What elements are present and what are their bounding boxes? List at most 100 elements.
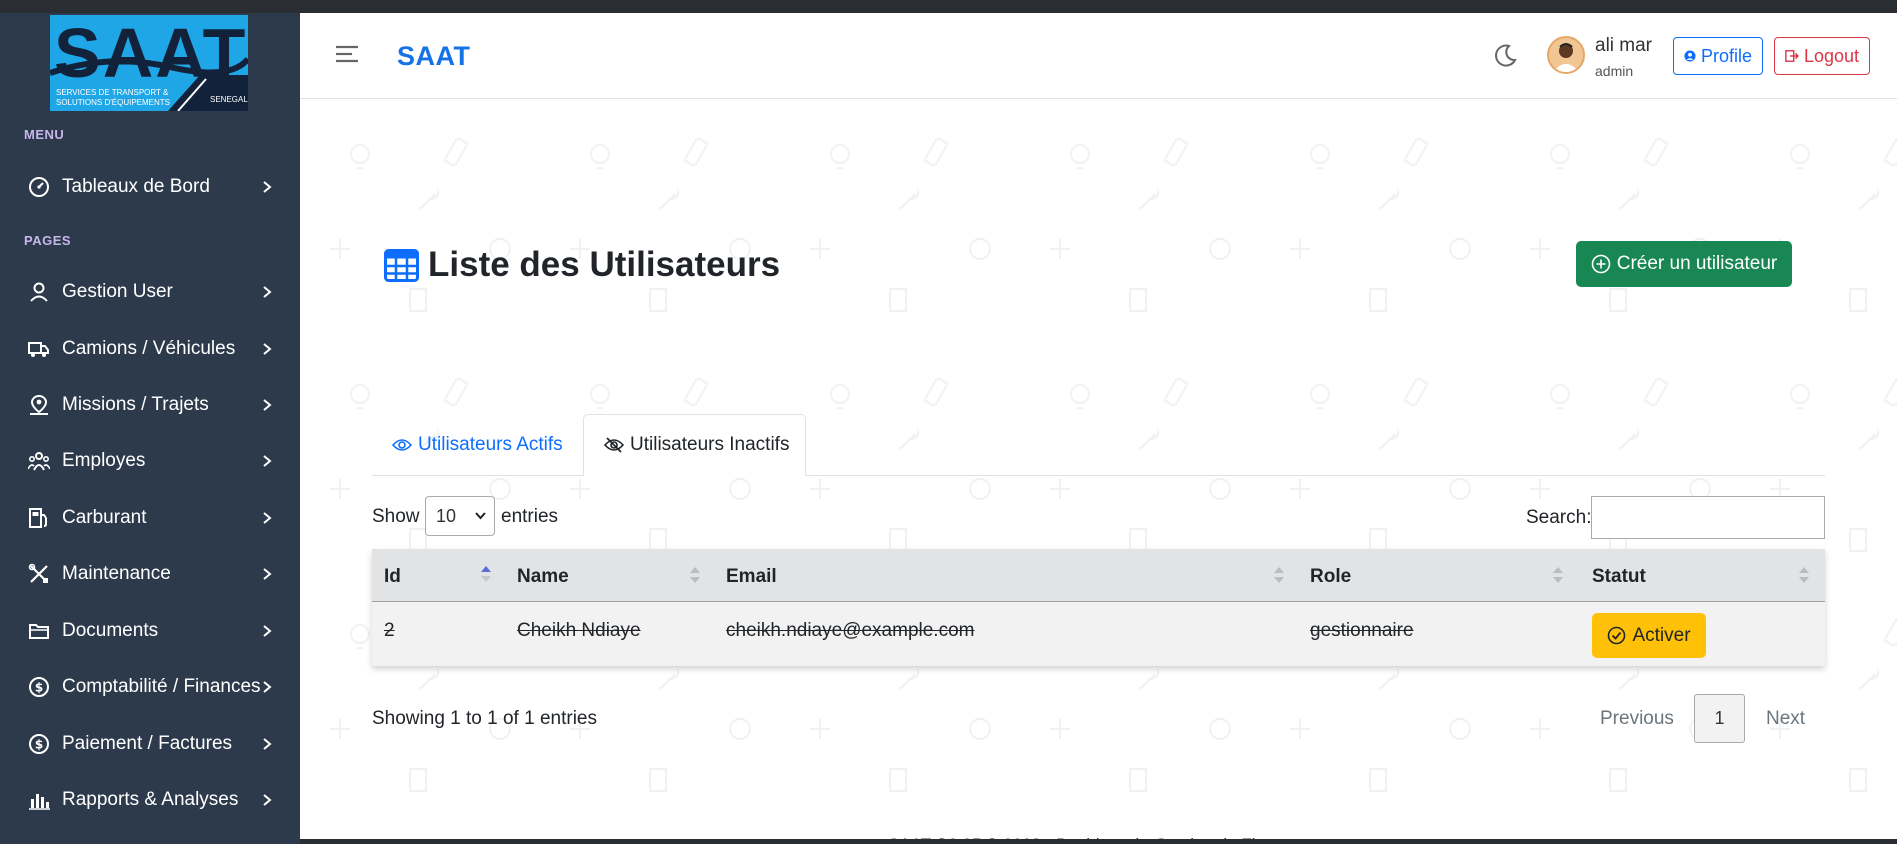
- sidebar-item-employes[interactable]: Employes: [0, 438, 300, 484]
- saat-logo[interactable]: SAAT SERVICES DE TRANSPORT & SOLUTIONS D…: [49, 14, 251, 112]
- search-label: Search:: [1526, 507, 1592, 528]
- sidebar-item-tableaux-de-bord[interactable]: Tableaux de Bord: [0, 164, 300, 210]
- sidebar-item-label: Rapports & Analyses: [62, 789, 239, 810]
- chevron-right-icon: [263, 455, 272, 467]
- entries-label: entries: [501, 506, 559, 527]
- sidebar-item-label: Maintenance: [62, 563, 171, 584]
- hamburger-menu-icon[interactable]: [334, 43, 360, 65]
- dark-mode-toggle-icon[interactable]: [1492, 43, 1518, 69]
- tools-icon: [28, 563, 48, 583]
- users-table: Id Name Email Role Statut 2 Cheikh Ndiay…: [372, 549, 1825, 666]
- column-header-email[interactable]: Email: [726, 566, 777, 588]
- sidebar-item-label: Gestion User: [62, 281, 173, 302]
- sidebar-item-paiement-factures[interactable]: $ Paiement / Factures: [0, 721, 300, 767]
- sidebar-item-label: Tableaux de Bord: [62, 176, 210, 197]
- main-content: SAAT ali mar admin Profile Logout Liste …: [300, 13, 1897, 844]
- sort-icon[interactable]: [1552, 564, 1564, 586]
- plus-circle-icon: [1591, 254, 1611, 274]
- sidebar-item-rapports-analyses[interactable]: Rapports & Analyses: [0, 777, 300, 823]
- chevron-right-icon: [263, 625, 272, 637]
- pagination-previous[interactable]: Previous: [1600, 708, 1674, 730]
- column-header-statut[interactable]: Statut: [1592, 566, 1646, 588]
- svg-text:SOLUTIONS D'ÉQUIPEMENTS: SOLUTIONS D'ÉQUIPEMENTS: [56, 98, 170, 107]
- user-name: ali mar: [1595, 35, 1653, 56]
- sidebar-item-comptabilite-finances[interactable]: $ Comptabilité / Finances: [0, 664, 300, 710]
- chevron-right-icon: [263, 568, 272, 580]
- svg-text:SENEGAL: SENEGAL: [210, 95, 248, 104]
- page-title-text: Liste des Utilisateurs: [428, 245, 781, 284]
- cell-email: cheikh.ndiaye@example.com: [726, 620, 975, 641]
- logout-button[interactable]: Logout: [1774, 37, 1870, 75]
- user-circle-icon: [1684, 50, 1696, 62]
- pages-section-label: PAGES: [24, 233, 72, 248]
- sidebar-item-documents[interactable]: Documents: [0, 608, 300, 654]
- column-header-role[interactable]: Role: [1310, 566, 1351, 588]
- sidebar-item-camions-vehicules[interactable]: Camions / Véhicules: [0, 326, 300, 372]
- chevron-right-icon: [263, 343, 272, 355]
- sidebar-item-gestion-user[interactable]: Gestion User: [0, 269, 300, 315]
- tab-label: Utilisateurs Inactifs: [630, 434, 790, 455]
- table-icon: [384, 248, 419, 282]
- dashboard-gauge-icon: [29, 177, 49, 197]
- sidebar-item-label: Missions / Trajets: [62, 394, 209, 415]
- sidebar-item-maintenance[interactable]: Maintenance: [0, 551, 300, 597]
- sort-icon[interactable]: [689, 564, 701, 586]
- header-brand[interactable]: SAAT: [397, 41, 471, 72]
- tab-utilisateurs-actifs[interactable]: Utilisateurs Actifs: [372, 414, 582, 476]
- profile-button[interactable]: Profile: [1673, 37, 1763, 75]
- avatar[interactable]: [1547, 36, 1585, 74]
- dollar-circle-icon: $: [29, 677, 49, 697]
- logout-button-label: Logout: [1803, 45, 1859, 66]
- profile-button-label: Profile: [1700, 45, 1752, 66]
- cell-id: 2: [384, 620, 395, 641]
- pagination-page-1[interactable]: 1: [1694, 694, 1745, 743]
- check-circle-icon: [1608, 626, 1626, 645]
- folder-icon: [29, 624, 49, 639]
- window-top-strip: [0, 0, 1897, 13]
- tab-label: Utilisateurs Actifs: [418, 434, 563, 455]
- entries-select-value: 10: [436, 505, 457, 526]
- sort-icon[interactable]: [1273, 564, 1285, 586]
- chevron-right-icon: [263, 286, 272, 298]
- user-role: admin: [1595, 63, 1634, 79]
- column-header-name[interactable]: Name: [517, 566, 569, 588]
- eye-slash-icon: [604, 437, 624, 453]
- svg-text:$: $: [35, 681, 43, 695]
- sort-asc-icon[interactable]: [480, 564, 492, 586]
- bar-chart-icon: [29, 794, 50, 810]
- activate-button-label: Activer: [1632, 624, 1691, 646]
- user-icon: [30, 282, 48, 302]
- svg-text:$: $: [35, 738, 43, 752]
- top-header: SAAT ali mar admin Profile Logout: [300, 13, 1897, 99]
- chevron-down-icon: [475, 512, 486, 520]
- tab-utilisateurs-inactifs[interactable]: Utilisateurs Inactifs: [583, 414, 806, 476]
- entries-per-page-select[interactable]: 10: [425, 496, 495, 536]
- table-header-row: Id Name Email Role Statut: [372, 549, 1825, 602]
- chevron-right-icon: [263, 399, 272, 411]
- page-title: Liste des Utilisateurs: [384, 245, 780, 285]
- people-icon: [28, 452, 50, 471]
- sidebar-item-label: Documents: [62, 620, 159, 641]
- pagination-next[interactable]: Next: [1766, 708, 1805, 730]
- activate-user-button[interactable]: Activer: [1592, 613, 1706, 658]
- window-bottom-strip: [300, 839, 1897, 844]
- sort-icon[interactable]: [1798, 564, 1810, 586]
- chevron-right-icon: [263, 738, 272, 750]
- menu-section-label: MENU: [24, 127, 65, 142]
- chevron-right-icon: [263, 681, 272, 693]
- chevron-right-icon: [263, 512, 272, 524]
- sidebar-item-label: Carburant: [62, 507, 147, 528]
- cell-name: Cheikh Ndiaye: [517, 620, 641, 641]
- search-input[interactable]: [1591, 496, 1825, 539]
- sidebar-item-carburant[interactable]: Carburant: [0, 495, 300, 541]
- chevron-right-icon: [263, 181, 272, 193]
- sidebar: SAAT SERVICES DE TRANSPORT & SOLUTIONS D…: [0, 13, 300, 844]
- cell-role: gestionnaire: [1310, 620, 1414, 641]
- create-user-button[interactable]: Créer un utilisateur: [1576, 241, 1792, 287]
- eye-icon: [392, 439, 412, 451]
- sidebar-item-missions-trajets[interactable]: Missions / Trajets: [0, 382, 300, 428]
- svg-text:SERVICES DE TRANSPORT &: SERVICES DE TRANSPORT &: [56, 88, 169, 97]
- sidebar-item-label: Paiement / Factures: [62, 733, 233, 754]
- pagination-info: Showing 1 to 1 of 1 entries: [372, 708, 597, 729]
- column-header-id[interactable]: Id: [384, 566, 401, 588]
